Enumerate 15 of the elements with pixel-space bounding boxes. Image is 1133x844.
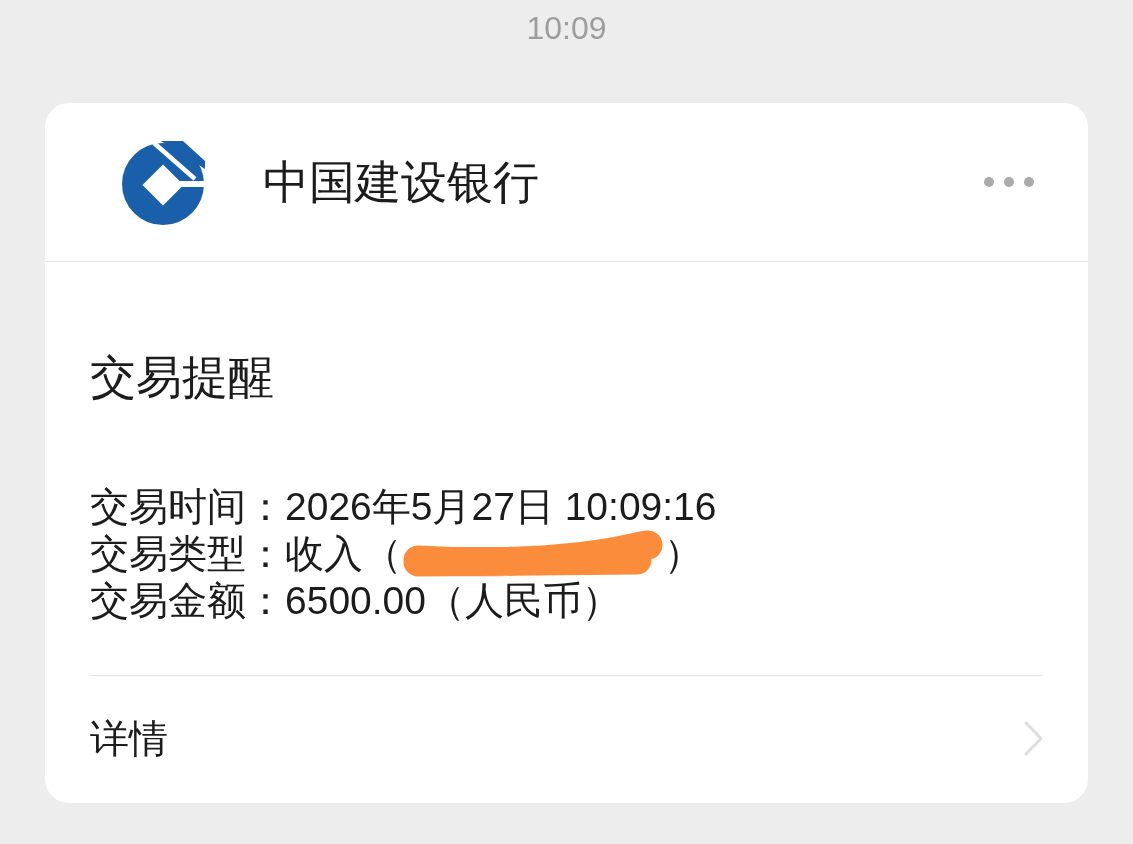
status-time: 10:09 bbox=[526, 9, 607, 48]
field-label: 交易金额： bbox=[90, 578, 285, 624]
sender-name: 中国建设银行 bbox=[263, 155, 539, 210]
bank-logo-icon bbox=[121, 139, 205, 225]
field-value: 6500.00（人民币） bbox=[285, 578, 621, 624]
notification-title: 交易提醒 bbox=[90, 350, 274, 405]
chevron-right-icon bbox=[1024, 720, 1043, 756]
details-row-button[interactable]: 详情 bbox=[90, 676, 1043, 800]
field-value: 2026年5月27日 10:09:16 bbox=[285, 484, 717, 530]
more-icon bbox=[984, 177, 1034, 187]
field-label: 交易类型： bbox=[90, 531, 285, 577]
more-button[interactable] bbox=[984, 177, 1034, 187]
field-label: 交易时间： bbox=[90, 484, 285, 530]
field-value-end: ） bbox=[664, 531, 703, 577]
field-value: 收入（ bbox=[285, 531, 402, 577]
